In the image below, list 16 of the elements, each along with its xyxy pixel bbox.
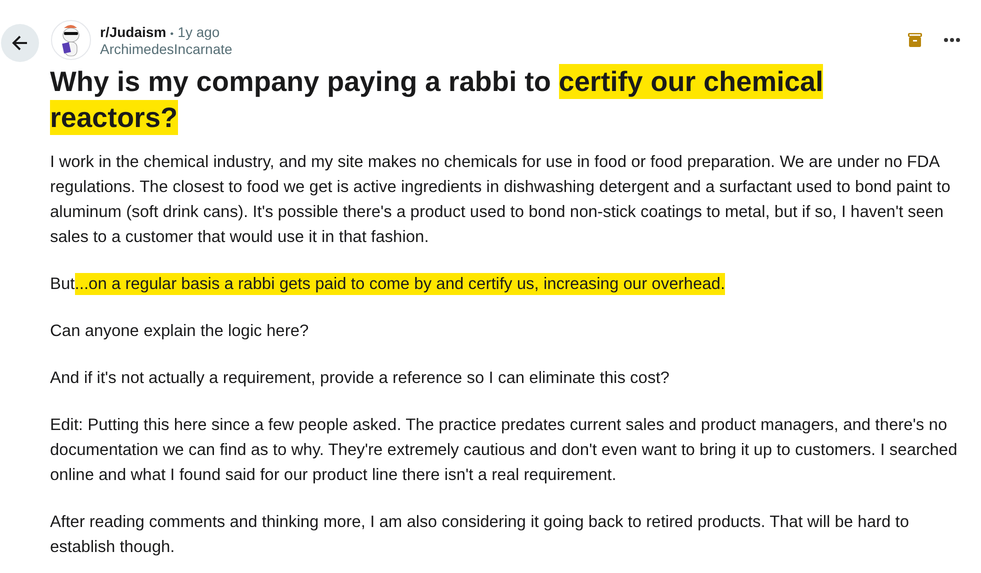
post-paragraph: And if it's not actually a requirement, provide a reference so I can eliminate this cost? xyxy=(50,368,670,389)
post-paragraph: Can anyone explain the logic here? xyxy=(50,321,310,342)
post-age: 1y ago xyxy=(178,24,220,40)
avatar-icon xyxy=(51,20,91,60)
post-title: Why is my company paying a rabbi to certify our chemical reactors? xyxy=(50,64,824,136)
author-link[interactable]: ArchimedesIncarnate xyxy=(100,40,907,56)
post-paragraph: I work in the chemical industry, and my site makes no chemicals for use in food or food preparation. We are under no FDA regulations. The closest to food we get is active ingredients in dishwashing detergent and a surfactant used to bond paint to aluminum (soft drink cans). It's possible there's a product used to bond non-stick coatings to metal, but if so, I haven't seen sales to a customer that would use it in that fashion. xyxy=(50,152,952,248)
post-paragraph: Edit: Putting this here since a few people asked. The practice predates current sales and product managers, and there's no documentation we can find as to why. They're extremely cautious and don't even want to bring it up to customers. I searched online and what I found said for our product line there isn't a real requirement. xyxy=(50,415,958,486)
back-button[interactable] xyxy=(1,24,39,62)
archive-box-icon[interactable] xyxy=(907,32,923,48)
post-paragraph: After reading comments and thinking more, I am also considering it going back to retired products. That will be hard to establish though. xyxy=(50,512,910,558)
back-arrow-icon xyxy=(10,33,30,53)
subreddit-link[interactable]: r/Judaism xyxy=(100,24,166,40)
separator: • xyxy=(170,28,174,40)
more-options-icon[interactable] xyxy=(943,37,961,43)
post-paragraph: But...on a regular basis a rabbi gets paid to come by and certify us, increasing our overhead. xyxy=(50,272,726,297)
